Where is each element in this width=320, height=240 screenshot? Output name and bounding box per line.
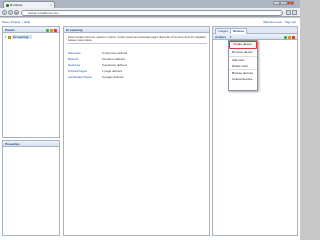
menu-item-upload-devices[interactable]: Upload devices: [229, 76, 257, 82]
delete-icon[interactable]: [54, 28, 57, 32]
menu-item-delete-color[interactable]: Delete color: [229, 63, 257, 71]
summary-list: Schemes 0 schemes defined Buttons 0 butt…: [68, 51, 198, 81]
panels-header: Panels: [3, 27, 59, 33]
portrait-pages-count: 1 page defined: [102, 69, 122, 73]
favicon-icon: [6, 3, 9, 7]
page-menu-icon[interactable]: [286, 10, 291, 15]
content-title: Hi Learning: [66, 28, 83, 32]
browser-tabstrip: RunSuite × – □ ×: [0, 0, 300, 8]
properties-header: Properties: [3, 141, 59, 147]
gestures-link[interactable]: Gestures: [68, 63, 80, 67]
reload-button[interactable]: ↻: [14, 9, 19, 15]
menu-item-create-device[interactable]: Create device: [229, 41, 257, 50]
content-description: Panel contains schemes, gestures, button…: [68, 36, 206, 43]
portrait-pages-link[interactable]: Portrait Pages: [68, 69, 87, 73]
maximize-button[interactable]: □: [280, 1, 287, 5]
folder-icon: [8, 35, 11, 39]
chevron-down-icon[interactable]: ▾: [230, 35, 232, 39]
schemes-count: 0 schemes defined: [102, 51, 128, 55]
menu-help-link[interactable]: Help: [24, 20, 30, 24]
minimize-button[interactable]: –: [273, 1, 280, 5]
landscape-pages-count: 0 pages defined: [102, 75, 124, 79]
tree-item-label[interactable]: Hi Learning: [12, 35, 32, 39]
tree-item[interactable]: ▾ Hi Learning: [5, 35, 57, 39]
actions-menu-button[interactable]: Actions: [215, 35, 226, 39]
menu-save-link[interactable]: Save: [2, 20, 9, 24]
tab-close-icon[interactable]: ×: [50, 3, 52, 7]
back-button[interactable]: ‹: [2, 9, 7, 15]
app-menubar: Save | Project | Help Welcome user · Sig…: [0, 18, 300, 25]
address-bar[interactable]: foobar.runsafturne.com ☆: [21, 9, 284, 16]
add-icon[interactable]: [284, 35, 287, 39]
properties-panel: Properties: [2, 140, 60, 236]
actions-tools: [283, 35, 295, 40]
star-icon[interactable]: ☆: [280, 11, 284, 16]
menu-separator: |: [22, 19, 23, 24]
panels-title: Panels: [5, 28, 15, 32]
window-close-button[interactable]: ×: [287, 1, 294, 5]
buttons-link[interactable]: Buttons: [68, 57, 78, 61]
menu-item-remove-device[interactable]: Remove device: [229, 49, 257, 57]
panels-panel: Panels ▾ Hi Learning ···: [2, 26, 60, 139]
url-text: foobar.runsafturne.com: [28, 11, 59, 15]
content-header: Hi Learning: [64, 27, 209, 33]
landscape-pages-link[interactable]: Landscape Pages: [68, 75, 92, 79]
splitter-handle[interactable]: ···: [3, 135, 59, 139]
schemes-link[interactable]: Schemes: [68, 51, 81, 55]
edit-icon[interactable]: [288, 35, 291, 39]
panels-tools: [45, 28, 57, 33]
menu-separator: |: [9, 19, 10, 24]
browser-toolbar: ‹ › ↻ foobar.runsafturne.com ☆: [0, 8, 300, 17]
right-tabbar: Images Devices: [213, 27, 297, 34]
gestures-count: 0 gestures defined: [102, 63, 127, 67]
tab-title: RunSuite: [10, 3, 23, 7]
menu-project-link[interactable]: Project: [11, 20, 20, 24]
delete-icon[interactable]: [292, 35, 295, 39]
edit-icon[interactable]: [50, 28, 53, 32]
expand-arrow-icon[interactable]: ▾: [5, 35, 7, 39]
account-links[interactable]: Welcome user · Sign out: [263, 20, 296, 24]
content-panel: Hi Learning Panel contains schemes, gest…: [63, 26, 210, 236]
divider: [67, 43, 207, 44]
buttons-count: 0 buttons defined: [102, 57, 126, 61]
list-item: Landscape Pages 0 pages defined: [68, 75, 198, 81]
properties-title: Properties: [5, 142, 20, 146]
actions-dropdown-menu: Create device Remove device Add color De…: [228, 40, 258, 91]
add-icon[interactable]: [46, 28, 49, 32]
wrench-icon[interactable]: [292, 10, 297, 15]
forward-button[interactable]: ›: [8, 9, 13, 15]
browser-tab[interactable]: RunSuite ×: [3, 1, 55, 8]
